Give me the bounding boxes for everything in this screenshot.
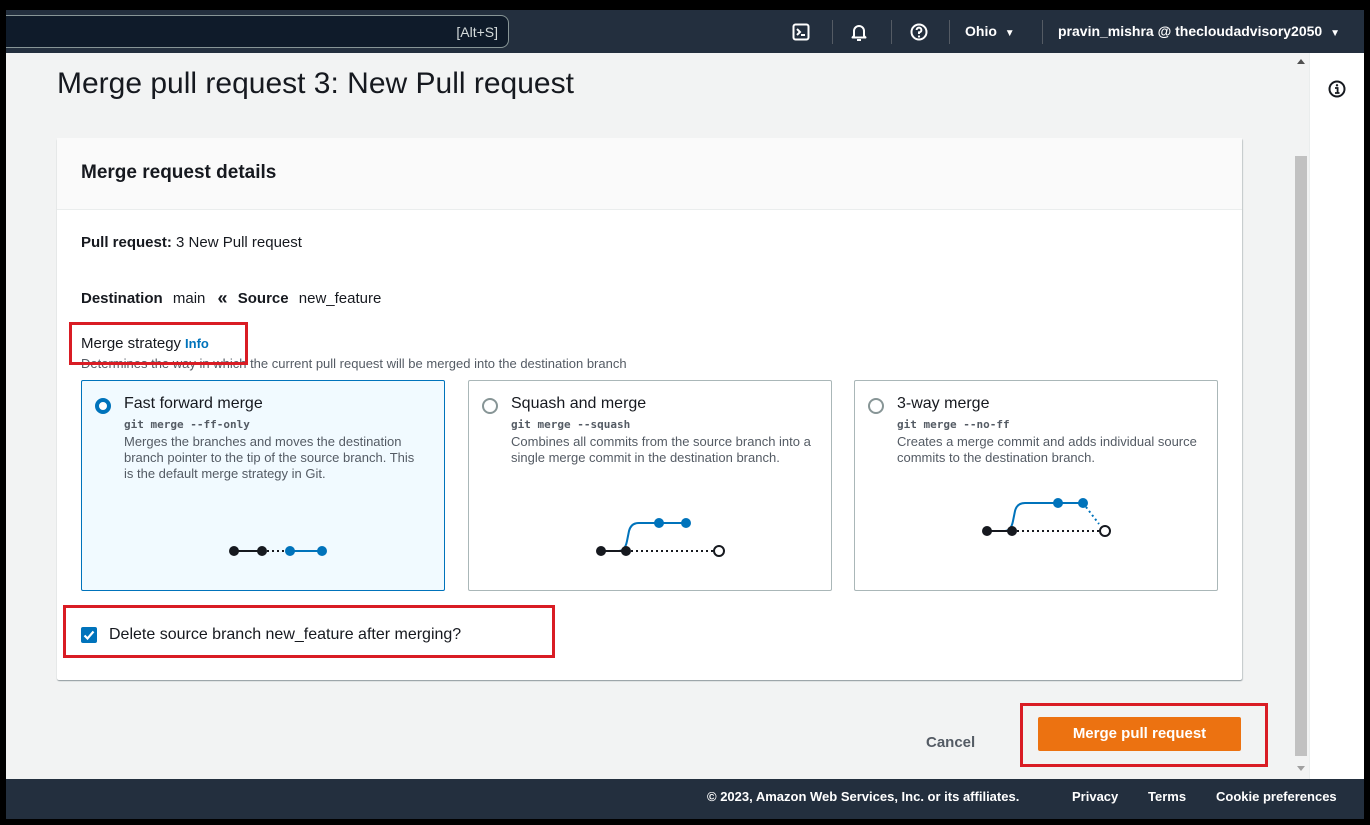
tile-command: git merge --ff-only <box>124 418 250 431</box>
radio-fast-forward[interactable] <box>95 398 111 414</box>
tile-description: Combines all commits from the source bra… <box>511 434 811 465</box>
source-label: Source <box>237 290 289 307</box>
caret-down-icon: ▼ <box>1330 28 1340 39</box>
bell-icon[interactable] <box>849 22 869 42</box>
footer: © 2023, Amazon Web Services, Inc. or its… <box>6 779 1364 819</box>
footer-cookie-preferences-link[interactable]: Cookie preferences <box>1216 789 1337 804</box>
pull-request-label: Pull request: <box>81 234 172 251</box>
strategy-tile-squash[interactable]: Squash and merge git merge --squash Comb… <box>468 380 832 591</box>
highlight-delete-checkbox <box>63 605 555 658</box>
fast-forward-diagram-icon <box>229 546 327 556</box>
scroll-thumb[interactable] <box>1295 156 1307 756</box>
tile-title: Fast forward merge <box>124 395 263 412</box>
destination-value: main <box>172 290 206 307</box>
branches-row: Destination main « Source new_feature <box>81 288 381 309</box>
tile-command: git merge --no-ff <box>897 418 1010 431</box>
main-content: Merge pull request 3: New Pull request M… <box>6 53 1293 779</box>
merge-details-panel: Merge request details Pull request: 3 Ne… <box>57 138 1242 680</box>
caret-down-icon: ▼ <box>1004 28 1015 39</box>
nav-divider <box>949 20 950 44</box>
radio-squash[interactable] <box>482 398 498 414</box>
merge-pull-request-button[interactable]: Merge pull request <box>1038 717 1241 751</box>
squash-diagram-icon <box>596 518 725 557</box>
account-label: pravin_mishra @ thecloudadvisory2050 <box>1058 23 1323 39</box>
vertical-scrollbar[interactable] <box>1293 53 1309 779</box>
account-menu[interactable]: pravin_mishra @ thecloudadvisory2050 ▼ <box>1058 23 1340 39</box>
browser-frame: [Alt+S] Ohio ▼ pravin_mishra @ theclouda… <box>6 10 1364 819</box>
tile-title: Squash and merge <box>511 395 647 412</box>
highlight-merge-strategy <box>69 322 248 365</box>
three-way-diagram-icon <box>982 498 1111 537</box>
panel-header: Merge request details <box>57 138 1242 210</box>
pull-request-value: 3 New Pull request <box>176 234 302 251</box>
page-title: Merge pull request 3: New Pull request <box>57 67 574 100</box>
nav-divider <box>1042 20 1043 44</box>
panel-title: Merge request details <box>81 162 277 183</box>
info-circle-icon[interactable] <box>1328 80 1346 98</box>
scroll-up-icon[interactable] <box>1297 59 1305 64</box>
cancel-button[interactable]: Cancel <box>926 734 975 751</box>
scroll-down-icon[interactable] <box>1297 766 1305 771</box>
region-selector[interactable]: Ohio ▼ <box>965 23 1015 39</box>
footer-copyright: © 2023, Amazon Web Services, Inc. or its… <box>707 789 1020 804</box>
tile-title: 3-way merge <box>897 395 990 412</box>
region-label: Ohio <box>965 23 997 39</box>
footer-terms-link[interactable]: Terms <box>1148 789 1186 804</box>
double-chevron-left-icon: « <box>217 288 228 308</box>
tile-description: Creates a merge commit and adds individu… <box>897 434 1197 465</box>
source-value: new_feature <box>298 290 382 307</box>
footer-privacy-link[interactable]: Privacy <box>1072 789 1118 804</box>
tile-command: git merge --squash <box>511 418 631 431</box>
tile-description: Merges the branches and moves the destin… <box>124 434 415 481</box>
help-panel-rail <box>1309 53 1364 779</box>
strategy-tile-fast-forward[interactable]: Fast forward merge git merge --ff-only M… <box>81 380 445 591</box>
search-shortcut-hint: [Alt+S] <box>456 24 498 40</box>
destination-label: Destination <box>81 290 163 307</box>
search-input[interactable]: [Alt+S] <box>6 15 509 48</box>
strategy-tile-three-way[interactable]: 3-way merge git merge --no-ff Creates a … <box>854 380 1218 591</box>
pull-request-row: Pull request: 3 New Pull request <box>81 234 302 251</box>
cloudshell-icon[interactable] <box>791 22 811 42</box>
radio-three-way[interactable] <box>868 398 884 414</box>
top-navigation: [Alt+S] Ohio ▼ pravin_mishra @ theclouda… <box>6 10 1364 53</box>
help-icon[interactable] <box>909 22 929 42</box>
nav-divider <box>832 20 833 44</box>
nav-divider <box>891 20 892 44</box>
